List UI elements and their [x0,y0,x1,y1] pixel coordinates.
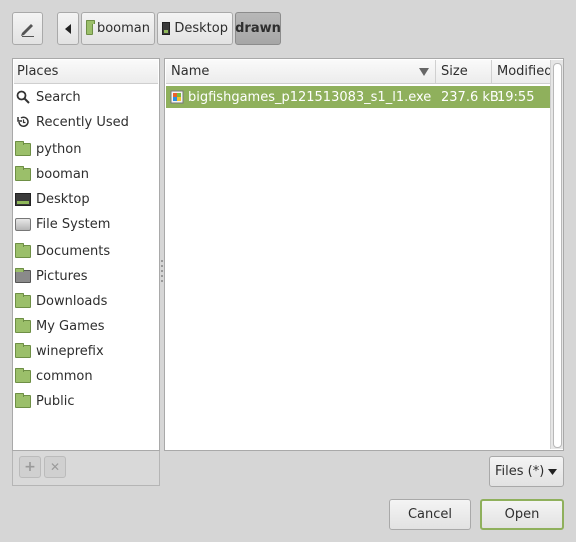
drive-icon [15,217,31,231]
place-label: booman [36,166,90,182]
place-label: Downloads [36,293,108,309]
file-filter-dropdown[interactable]: Files (*) [489,456,564,487]
home-folder-icon [15,165,31,181]
place-label: common [36,368,93,384]
back-button[interactable] [57,12,79,45]
places-sidebar: Places Search Recently Used python booma… [12,58,160,451]
column-header-name[interactable]: Name [166,60,436,84]
place-public[interactable]: Public [15,390,74,412]
exe-file-icon [170,90,184,104]
x-icon: ✕ [49,460,61,474]
column-header-modified[interactable]: Modified [492,60,552,84]
place-label: Public [36,393,75,409]
file-size: 237.6 kB [441,89,499,105]
chevron-down-icon [548,469,557,475]
place-label: Recently Used [36,114,129,130]
place-label: My Games [36,318,105,334]
column-header-size[interactable]: Size [436,60,492,84]
downloads-folder-icon [15,292,31,308]
place-label: File System [36,216,111,232]
place-label: wineprefix [36,343,104,359]
file-row[interactable]: bigfishgames_p121513083_s1_l1.exe 237.6 … [166,86,550,108]
recent-icon [17,116,29,127]
breadcrumb-label: Desktop [174,21,228,36]
place-common[interactable]: common [15,365,93,387]
scrollbar-thumb[interactable] [553,63,562,448]
home-folder-icon [86,20,95,35]
search-icon [16,90,30,104]
cancel-button[interactable]: Cancel [389,499,471,530]
file-modified: 19:55 [497,89,535,105]
place-documents[interactable]: Documents [15,240,110,262]
folder-icon [15,367,31,383]
places-header[interactable]: Places [14,60,158,84]
documents-folder-icon [15,242,31,258]
breadcrumb-drawn[interactable]: drawn [235,12,281,45]
place-downloads[interactable]: Downloads [15,290,107,312]
file-name: bigfishgames_p121513083_s1_l1.exe [188,89,432,105]
folder-icon [15,342,31,358]
desktop-icon [15,192,31,206]
place-desktop[interactable]: Desktop [15,188,90,210]
places-toolbar: + ✕ [12,451,160,486]
remove-bookmark-button[interactable]: ✕ [44,456,66,478]
place-wineprefix[interactable]: wineprefix [15,340,104,362]
breadcrumb-label: booman [96,21,150,36]
edit-location-button[interactable] [12,12,43,45]
breadcrumb-desktop[interactable]: Desktop [157,12,233,45]
place-label: Search [36,89,81,105]
plus-icon: + [24,459,36,475]
file-list-scrollbar[interactable] [550,60,563,449]
place-booman[interactable]: booman [15,163,89,185]
place-label: Pictures [36,268,88,284]
place-python[interactable]: python [15,138,81,160]
place-pictures[interactable]: Pictures [15,265,87,287]
pencil-icon [20,23,34,37]
folder-icon [15,140,31,156]
folder-icon [15,317,31,333]
place-search[interactable]: Search [15,86,81,108]
place-label: python [36,141,82,157]
sort-descending-icon [419,68,429,76]
place-file-system[interactable]: File System [15,213,110,235]
place-recently-used[interactable]: Recently Used [15,111,129,133]
breadcrumb-label: drawn [235,21,281,36]
desktop-icon [162,22,171,35]
pictures-folder-icon [15,267,31,283]
place-label: Desktop [36,191,90,207]
add-bookmark-button[interactable]: + [19,456,41,478]
filter-selected-label: Files (*) [495,464,545,479]
place-label: Documents [36,243,111,259]
left-arrow-icon [65,23,71,34]
public-folder-icon [15,392,31,408]
breadcrumb-booman[interactable]: booman [81,12,155,45]
open-button[interactable]: Open [480,499,564,530]
place-my-games[interactable]: My Games [15,315,105,337]
file-list: Name Size Modified bigfishgames_p1215130… [164,58,564,451]
